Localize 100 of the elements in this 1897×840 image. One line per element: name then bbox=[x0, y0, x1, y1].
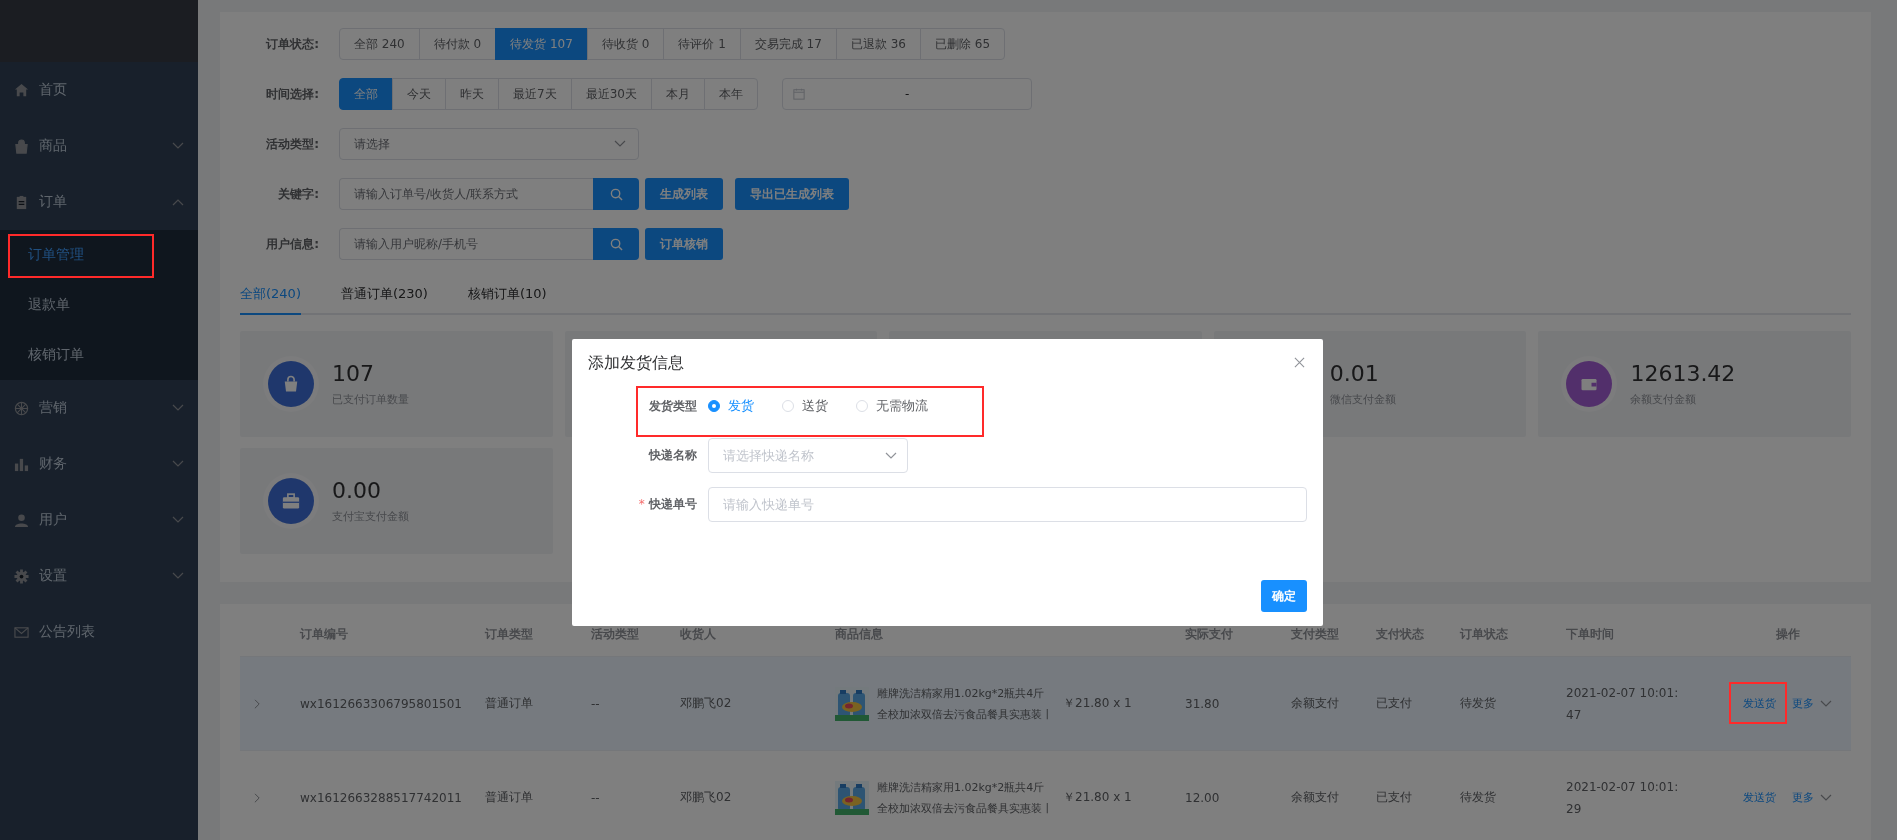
product-price: ￥21.80 x 1 bbox=[1063, 789, 1132, 806]
search-button[interactable] bbox=[593, 178, 639, 210]
filter-option[interactable]: 已删除 65 bbox=[920, 28, 1006, 60]
filter-option[interactable]: 全部 240 bbox=[339, 28, 420, 60]
table-cell-text: 已支付 bbox=[1375, 789, 1413, 806]
field-label: 发货类型 bbox=[648, 397, 698, 415]
search-icon bbox=[609, 237, 623, 251]
stat-value: 0.00 bbox=[332, 478, 382, 503]
filter-option[interactable]: 最近7天 bbox=[498, 78, 572, 110]
filter-option[interactable]: 待付款 0 bbox=[418, 28, 497, 60]
filter-option[interactable]: 待发货 107 bbox=[495, 28, 588, 60]
table-cell-text: 2021-02-07 10:01:47 bbox=[1565, 684, 1680, 724]
settings-icon bbox=[14, 568, 29, 584]
field-label: 用户信息: bbox=[265, 235, 320, 253]
filter-option[interactable]: 待收货 0 bbox=[586, 28, 665, 60]
ship-link[interactable]: 发送货 bbox=[1739, 692, 1780, 715]
radio-option[interactable]: 发货 bbox=[708, 397, 754, 415]
filter-option[interactable]: 本年 bbox=[703, 78, 758, 110]
sidebar-subitem[interactable]: 核销订单 bbox=[0, 330, 198, 380]
table-cell-text: 12.00 bbox=[1184, 790, 1221, 805]
sidebar-item[interactable]: 营销 bbox=[0, 380, 198, 436]
sidebar-item[interactable]: 首页 bbox=[0, 62, 198, 118]
select-field[interactable]: 请选择快递名称 bbox=[708, 438, 908, 473]
radio-option[interactable]: 送货 bbox=[782, 397, 828, 415]
table-cell-text: -- bbox=[590, 696, 601, 711]
action-button[interactable]: 导出已生成列表 bbox=[735, 178, 849, 210]
table-cell-text: 2021-02-07 10:01:29 bbox=[1565, 778, 1680, 818]
stat-value: 12613.42 bbox=[1630, 361, 1736, 386]
table-cell-text: 普通订单 bbox=[484, 695, 534, 712]
stat-value: 0.01 bbox=[1329, 361, 1380, 386]
table-cell-text: 待发货 bbox=[1459, 789, 1497, 806]
chevron-icon bbox=[1820, 699, 1832, 708]
filter-option[interactable]: 待评价 1 bbox=[663, 28, 741, 60]
wheel-icon bbox=[14, 400, 29, 416]
sidebar-subitem[interactable]: 订单管理 bbox=[0, 230, 198, 280]
sidebar-item[interactable]: 财务 bbox=[0, 436, 198, 492]
chevron-icon bbox=[885, 451, 897, 460]
action-button[interactable]: 订单核销 bbox=[645, 228, 723, 260]
bag-icon bbox=[14, 138, 29, 154]
product-price: ￥21.80 x 1 bbox=[1063, 695, 1132, 712]
filter-option[interactable]: 今天 bbox=[392, 78, 446, 110]
briefcase-icon bbox=[268, 478, 314, 524]
action-button[interactable]: 生成列表 bbox=[645, 178, 723, 210]
more-link[interactable]: 更多 bbox=[1788, 692, 1836, 715]
table-cell-text: wx1612663306795801501 bbox=[299, 696, 463, 711]
more-link[interactable]: 更多 bbox=[1788, 786, 1836, 809]
bag-icon bbox=[268, 361, 314, 407]
home-icon bbox=[14, 82, 29, 98]
calendar-icon bbox=[792, 88, 805, 100]
sidebar-item[interactable]: 设置 bbox=[0, 548, 198, 604]
filter-option[interactable]: 昨天 bbox=[445, 78, 499, 110]
table-cell-text: 余额支付 bbox=[1290, 789, 1340, 806]
date-range-field[interactable]: - bbox=[781, 78, 1032, 110]
bar-chart-icon bbox=[14, 456, 29, 472]
table-cell-text: 余额支付 bbox=[1290, 695, 1340, 712]
wallet-icon bbox=[1566, 361, 1613, 407]
tab[interactable]: 普通订单(230) bbox=[340, 285, 428, 315]
search-field[interactable]: 请输入订单号/收货人/联系方式 bbox=[339, 178, 593, 210]
clipboard-icon bbox=[14, 194, 29, 210]
chevron-icon bbox=[1820, 793, 1832, 802]
dialog-title: 添加发货信息 bbox=[588, 353, 684, 374]
filter-option[interactable]: 交易完成 17 bbox=[739, 28, 837, 60]
filter-option[interactable]: 全部 bbox=[339, 78, 393, 110]
sidebar-item[interactable]: 用户 bbox=[0, 492, 198, 548]
stat-value: 107 bbox=[332, 361, 375, 386]
user-icon bbox=[14, 512, 29, 528]
search-button[interactable] bbox=[593, 228, 639, 260]
required-mark: * bbox=[638, 497, 645, 511]
table-cell-text: 已支付 bbox=[1375, 695, 1413, 712]
field-label: 快递单号 bbox=[648, 497, 697, 511]
filter-option[interactable]: 已退款 36 bbox=[835, 28, 921, 60]
filter-option[interactable]: 最近30天 bbox=[570, 78, 652, 110]
table-cell-text: 邓鹏飞02 bbox=[679, 789, 733, 806]
field-label: 活动类型: bbox=[265, 135, 320, 153]
chevron-icon bbox=[614, 140, 626, 148]
mail-icon bbox=[14, 624, 29, 640]
table-cell-text: wx1612663288517742011 bbox=[299, 790, 463, 805]
confirm-button[interactable]: 确定 bbox=[1261, 580, 1307, 612]
table-cell-text: -- bbox=[590, 790, 601, 805]
search-icon bbox=[609, 187, 623, 201]
input-field[interactable]: 请输入快递单号 bbox=[707, 487, 1307, 522]
field-label: 时间选择: bbox=[265, 85, 320, 103]
sidebar-item[interactable]: 订单 bbox=[0, 174, 198, 230]
table-cell-text: 普通订单 bbox=[484, 789, 534, 806]
sidebar-subitem[interactable]: 退款单 bbox=[0, 280, 198, 330]
field-label: 关键字: bbox=[277, 185, 320, 203]
select-field[interactable]: 请选择 bbox=[339, 128, 639, 160]
field-label: 快递名称 bbox=[647, 447, 698, 464]
sidebar-item[interactable]: 公告列表 bbox=[0, 604, 198, 660]
table-cell-text: 31.80 bbox=[1184, 696, 1221, 711]
search-field[interactable]: 请输入用户昵称/手机号 bbox=[339, 228, 593, 260]
filter-option[interactable]: 本月 bbox=[650, 78, 705, 110]
ship-link[interactable]: 发送货 bbox=[1739, 786, 1780, 809]
sidebar-item[interactable]: 商品 bbox=[0, 118, 198, 174]
field-label: 订单状态: bbox=[264, 35, 320, 53]
table-cell-text: 邓鹏飞02 bbox=[679, 695, 733, 712]
radio-option[interactable]: 无需物流 bbox=[856, 397, 928, 415]
tab[interactable]: 全部(240) bbox=[240, 285, 301, 315]
tab[interactable]: 核销订单(10) bbox=[467, 285, 547, 315]
table-cell-text: 待发货 bbox=[1459, 695, 1497, 712]
